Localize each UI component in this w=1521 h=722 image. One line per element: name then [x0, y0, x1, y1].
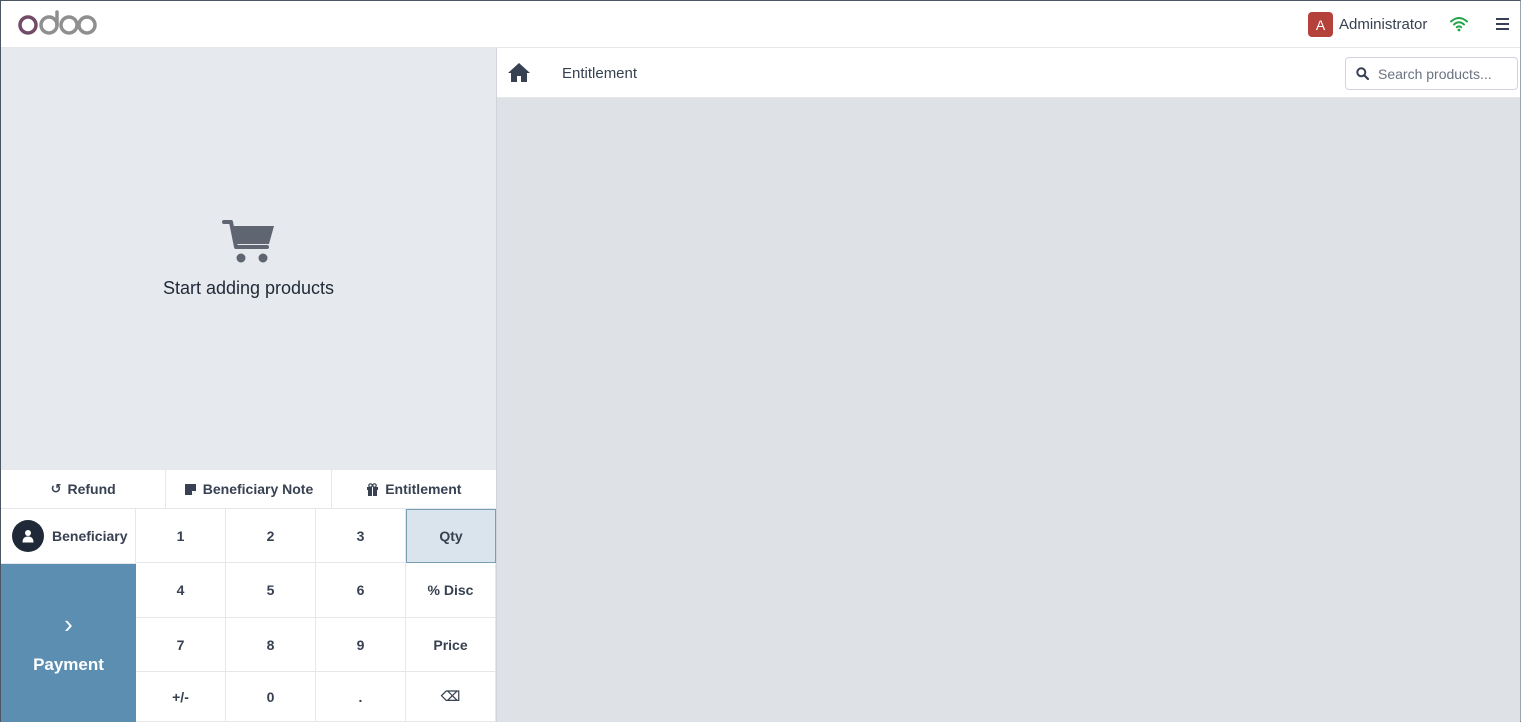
- search-icon: [1356, 67, 1369, 80]
- gift-icon: [367, 482, 379, 496]
- home-icon[interactable]: [507, 62, 531, 83]
- beneficiary-label: Beneficiary: [52, 528, 128, 544]
- control-buttons: ↺ Refund Beneficiary Note Entitlement: [1, 469, 496, 509]
- numpad-key-6[interactable]: 6: [316, 563, 406, 618]
- hamburger-menu-icon[interactable]: [1496, 18, 1509, 30]
- user-avatar: A: [1308, 12, 1333, 37]
- numpad-decimal-key[interactable]: .: [316, 672, 406, 722]
- payment-label: Payment: [33, 655, 104, 674]
- numpad-key-4[interactable]: 4: [136, 563, 226, 618]
- numpad: 1 2 3 Qty 4 5 6 % Disc 7 8 9 Price +/- 0…: [136, 509, 496, 722]
- order-lines: Start adding products: [1, 48, 496, 469]
- note-icon: [184, 483, 196, 495]
- numpad-key-2[interactable]: 2: [226, 509, 316, 563]
- numpad-key-5[interactable]: 5: [226, 563, 316, 618]
- entitlement-button[interactable]: Entitlement: [331, 470, 496, 508]
- numpad-key-8[interactable]: 8: [226, 618, 316, 672]
- numpad-discount-mode[interactable]: % Disc: [406, 563, 496, 618]
- pos-window: A Administrator Start adding products ↺ …: [0, 0, 1521, 722]
- user-icon: [12, 520, 44, 552]
- beneficiary-note-button[interactable]: Beneficiary Note: [166, 470, 332, 508]
- payment-button[interactable]: › Payment: [1, 564, 136, 722]
- beneficiary-note-label: Beneficiary Note: [202, 481, 314, 497]
- numpad-area: Beneficiary › Payment 1 2 3 Qty 4 5 6 % …: [1, 509, 496, 722]
- order-panel: Start adding products ↺ Refund Beneficia…: [1, 48, 497, 722]
- beneficiary-button[interactable]: Beneficiary: [1, 509, 136, 564]
- product-list-area: [497, 98, 1520, 722]
- numpad-key-9[interactable]: 9: [316, 618, 406, 672]
- numpad-key-3[interactable]: 3: [316, 509, 406, 563]
- empty-order-message: Start adding products: [162, 278, 335, 298]
- product-header: Entitlement: [497, 48, 1520, 98]
- breadcrumb-entitlement[interactable]: Entitlement: [562, 65, 637, 82]
- refund-label: Refund: [67, 481, 116, 497]
- refund-button[interactable]: ↺ Refund: [1, 470, 167, 508]
- entitlement-label: Entitlement: [385, 481, 462, 497]
- numpad-key-7[interactable]: 7: [136, 618, 226, 672]
- wifi-icon[interactable]: [1450, 16, 1468, 32]
- search-input[interactable]: [1378, 65, 1508, 82]
- odoo-logo: [18, 10, 97, 35]
- numpad-key-0[interactable]: 0: [226, 672, 316, 722]
- backspace-icon[interactable]: ⌫: [406, 672, 496, 722]
- chevron-right-icon: ›: [64, 609, 73, 639]
- undo-icon: ↺: [50, 481, 62, 496]
- top-navbar: A Administrator: [1, 1, 1520, 48]
- user-menu[interactable]: A Administrator: [1308, 12, 1427, 37]
- numpad-sign-toggle[interactable]: +/-: [136, 672, 226, 722]
- shopping-cart-icon: [221, 220, 274, 263]
- empty-order: Start adding products: [1, 218, 496, 299]
- user-name: Administrator: [1339, 16, 1428, 33]
- numpad-key-1[interactable]: 1: [136, 509, 226, 563]
- numpad-price-mode[interactable]: Price: [406, 618, 496, 672]
- numpad-qty-mode[interactable]: Qty: [406, 509, 496, 563]
- product-search[interactable]: [1345, 57, 1518, 90]
